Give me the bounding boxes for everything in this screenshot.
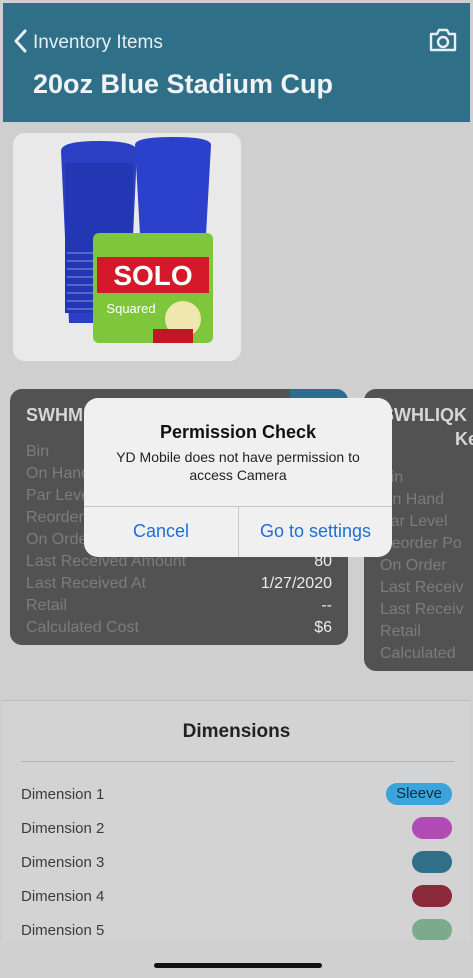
back-button[interactable]: Inventory Items	[13, 29, 163, 56]
divider	[21, 761, 454, 762]
page-title: 20oz Blue Stadium Cup	[33, 69, 334, 99]
card-row: Retail	[380, 623, 421, 640]
card-row: Retail --	[26, 597, 332, 614]
card-row: Bin	[380, 469, 473, 491]
dimension-label: Dimension 3	[21, 853, 105, 871]
header-bar: Inventory Items 20oz Blue Stadium Cup	[3, 3, 470, 122]
dimensions-section: Dimensions Dimension 1 Sleeve Dimension …	[3, 700, 470, 941]
card-row: Reorder Po	[380, 535, 462, 552]
card-row: Last Receiv	[380, 601, 464, 618]
location-code: SWHM	[26, 405, 83, 425]
card-row: On Order	[380, 557, 447, 574]
dimension-row[interactable]: Dimension 4	[21, 883, 452, 909]
dimension-tag: Sleeve	[386, 783, 452, 805]
dimension-label: Dimension 1	[21, 785, 105, 803]
dimension-label: Dimension 4	[21, 887, 105, 905]
tag-text: Squared	[106, 301, 155, 316]
go-to-settings-button[interactable]: Go to settings	[239, 506, 392, 557]
brand-text: SOLO	[113, 260, 192, 291]
alert-title: Permission Check	[159, 422, 317, 442]
card-row: Last Received At 1/27/2020	[26, 575, 332, 592]
permission-alert: Permission Check YD Mobile does not have…	[84, 398, 392, 557]
dimension-color-pill	[412, 851, 452, 873]
dimension-color-pill	[412, 919, 452, 941]
dimension-row[interactable]: Dimension 2	[21, 815, 452, 841]
bottom-area	[0, 940, 473, 978]
alert-message: YD Mobile does not have permission to ac…	[116, 449, 360, 483]
camera-icon[interactable]	[428, 27, 458, 53]
cancel-button[interactable]: Cancel	[84, 506, 238, 557]
card-row: On Hand	[380, 491, 445, 508]
card-row: Calculated Cost $6	[26, 619, 332, 636]
location-code: SWHLIQK	[382, 405, 467, 425]
dimension-color-pill	[412, 817, 452, 839]
home-indicator[interactable]	[154, 963, 322, 968]
dimension-row[interactable]: Dimension 1 Sleeve	[21, 781, 452, 807]
product-image: SOLO Squared	[13, 133, 241, 361]
card-row: Calculated	[380, 645, 456, 662]
card-row: Last Receiv	[380, 579, 464, 596]
card-subtitle: Keg	[454, 429, 473, 449]
dimensions-title: Dimensions	[182, 721, 291, 742]
back-label: Inventory Items	[33, 31, 163, 53]
dimension-row[interactable]: Dimension 3	[21, 849, 452, 875]
dimension-label: Dimension 2	[21, 819, 105, 837]
card-row: Par Level	[380, 513, 448, 530]
dimension-label: Dimension 5	[21, 921, 105, 939]
chevron-left-icon	[13, 29, 27, 56]
dimension-color-pill	[412, 885, 452, 907]
